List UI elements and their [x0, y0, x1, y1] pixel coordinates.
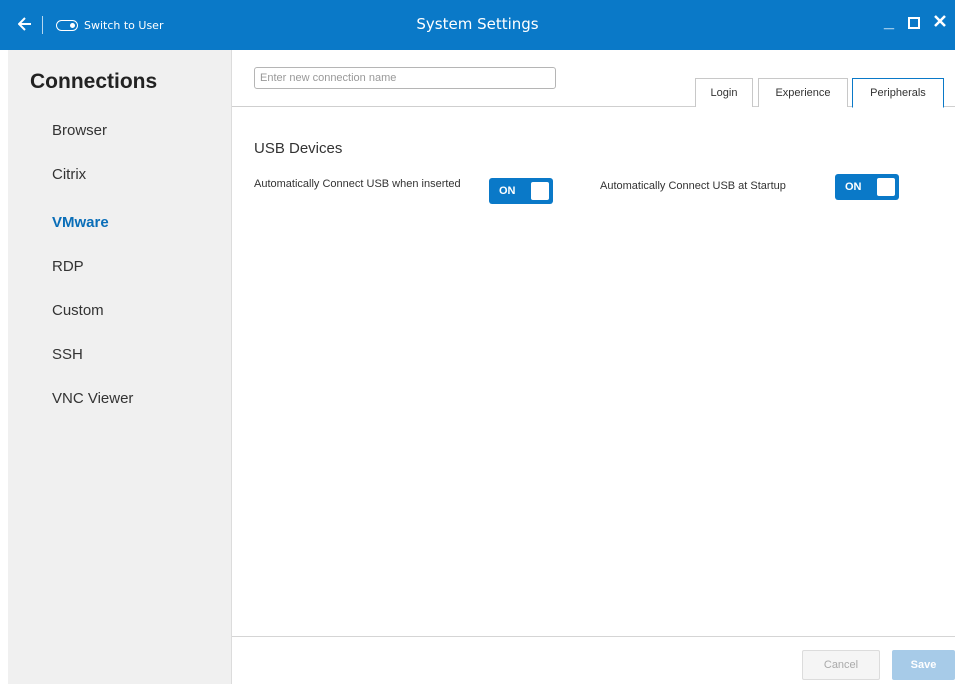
toggle-icon: [56, 19, 78, 31]
connection-name-input[interactable]: [254, 67, 556, 89]
tab-peripherals[interactable]: Peripherals: [852, 78, 944, 108]
minimize-icon[interactable]: _: [884, 11, 894, 31]
toggle-state-label: ON: [499, 185, 516, 197]
toggle-state-label: ON: [845, 181, 862, 193]
sidebar: Connections Browser Citrix VMware RDP Cu…: [8, 50, 232, 684]
tab-experience[interactable]: Experience: [758, 78, 848, 107]
save-button[interactable]: Save: [892, 650, 955, 680]
toggle-knob: [877, 178, 895, 196]
switch-to-user-label: Switch to User: [84, 18, 164, 32]
toggle-connect-usb-inserted[interactable]: ON: [489, 178, 553, 204]
sidebar-item-ssh[interactable]: SSH: [52, 346, 83, 363]
sidebar-item-citrix[interactable]: Citrix: [52, 166, 86, 183]
sidebar-item-browser[interactable]: Browser: [52, 122, 107, 139]
sidebar-item-vmware[interactable]: VMware: [52, 214, 109, 231]
option-label-connect-usb-inserted: Automatically Connect USB when inserted: [254, 178, 461, 190]
section-title-usb-devices: USB Devices: [254, 140, 343, 157]
back-arrow-icon[interactable]: [18, 17, 32, 31]
switch-to-user-button[interactable]: Switch to User: [56, 17, 163, 33]
close-icon[interactable]: [932, 13, 948, 29]
title-bar: Switch to User System Settings _: [0, 0, 955, 50]
sidebar-item-rdp[interactable]: RDP: [52, 258, 84, 275]
sidebar-item-custom[interactable]: Custom: [52, 302, 104, 319]
footer-divider: [232, 636, 955, 637]
sidebar-title: Connections: [30, 70, 158, 93]
option-label-connect-usb-startup: Automatically Connect USB at Startup: [600, 180, 786, 192]
toggle-connect-usb-startup[interactable]: ON: [835, 174, 899, 200]
sidebar-item-vnc-viewer[interactable]: VNC Viewer: [52, 390, 133, 407]
titlebar-separator: [42, 16, 43, 34]
tab-login[interactable]: Login: [695, 78, 753, 107]
toggle-knob: [531, 182, 549, 200]
cancel-button[interactable]: Cancel: [802, 650, 880, 680]
maximize-icon[interactable]: [908, 17, 920, 29]
